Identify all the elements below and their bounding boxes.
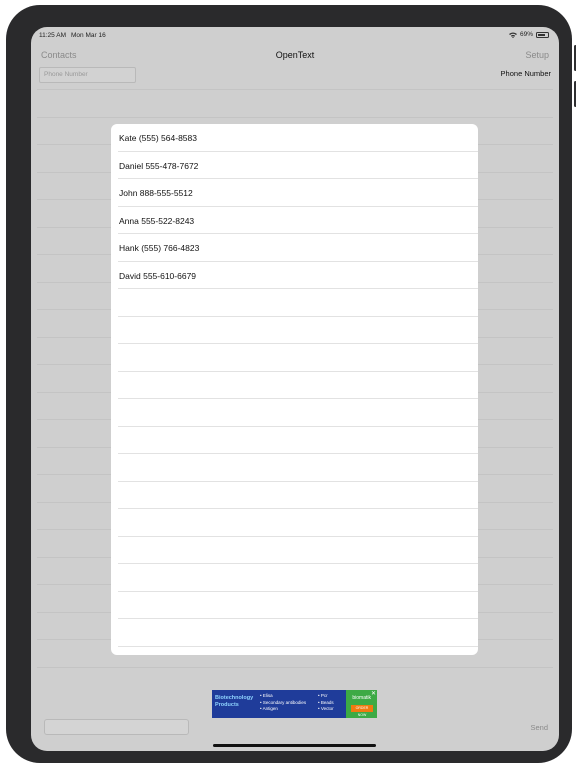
- contact-row-label: Kate (555) 564-8583: [119, 133, 197, 143]
- list-separator: [37, 666, 553, 668]
- contact-row[interactable]: [118, 537, 478, 564]
- phone-number-label: Phone Number: [500, 69, 551, 78]
- ad-title: Biotechnology Products: [215, 695, 253, 708]
- contact-row-label: Hank (555) 766-4823: [119, 243, 200, 253]
- ad-banner[interactable]: Biotechnology Products • Elisa • Seconda…: [212, 690, 377, 718]
- contact-row[interactable]: [118, 619, 478, 647]
- contact-row-label: David 555-610-6679: [119, 270, 197, 281]
- ad-product-list: • Elisa • Secondary antibodies • Antigen: [260, 693, 306, 713]
- navigation-bar: Contacts OpenText Setup: [31, 45, 559, 67]
- contact-row[interactable]: [118, 564, 478, 592]
- contact-row[interactable]: Daniel 555-478-7672: [118, 152, 478, 179]
- contact-row[interactable]: David 555-610-6679: [118, 262, 478, 289]
- contact-row[interactable]: Hank (555) 766-4823: [118, 234, 478, 262]
- ad-brand: biomatik: [352, 695, 371, 701]
- ad-title-line: Biotechnology: [215, 695, 254, 701]
- phone-number-input[interactable]: Phone Number: [39, 67, 136, 83]
- status-indicators: 69%: [508, 31, 549, 38]
- contact-row[interactable]: Anna 555-522-8243: [118, 207, 478, 234]
- contact-row-label: Daniel 555-478-7672: [119, 160, 199, 171]
- contact-row[interactable]: [118, 454, 478, 482]
- wifi-icon: [508, 32, 517, 38]
- contact-row[interactable]: Kate (555) 564-8583: [118, 124, 478, 152]
- contact-row[interactable]: [118, 482, 478, 509]
- ad-title-line: Products: [215, 701, 239, 708]
- ad-product: • Vector: [318, 706, 334, 711]
- ad-product: • Antigen: [260, 706, 278, 711]
- contact-row[interactable]: [118, 317, 478, 344]
- send-button[interactable]: Send: [530, 723, 548, 732]
- ad-close-icon[interactable]: ✕: [371, 690, 376, 697]
- page-title: OpenText: [275, 50, 315, 60]
- status-date: Mon Mar 16: [71, 32, 106, 39]
- battery-level: [538, 33, 545, 36]
- contact-row[interactable]: [118, 289, 478, 317]
- app-screen: 11:25 AM Mon Mar 16 69% Contacts OpenTex…: [31, 27, 559, 751]
- contact-row[interactable]: John 888-555-5512: [118, 179, 478, 207]
- contact-row[interactable]: [118, 427, 478, 454]
- message-input[interactable]: [44, 719, 189, 735]
- contact-row-label: Anna 555-522-8243: [119, 215, 195, 226]
- home-indicator[interactable]: [213, 744, 376, 747]
- setup-button[interactable]: Setup: [525, 50, 549, 60]
- contact-row[interactable]: [118, 399, 478, 427]
- ad-order-button[interactable]: ORDER NOW: [351, 705, 373, 717]
- contact-row[interactable]: [118, 509, 478, 537]
- status-time: 11:25 AM: [39, 32, 66, 39]
- contact-row[interactable]: [118, 344, 478, 372]
- contacts-popup: Kate (555) 564-8583 Daniel 555-478-7672 Jo…: [111, 124, 478, 655]
- contact-row[interactable]: [118, 592, 478, 619]
- list-separator: [37, 89, 553, 90]
- ad-product-list: • Pcr • Beads • Vector: [318, 693, 334, 713]
- list-separator: [37, 116, 553, 118]
- battery-icon: [536, 31, 549, 38]
- battery-percent: 69%: [519, 31, 533, 38]
- contact-row-label: John 888-555-5512: [119, 188, 193, 198]
- status-bar: 11:25 AM Mon Mar 16 69%: [31, 27, 559, 43]
- ipad-frame: 11:25 AM Mon Mar 16 69% Contacts OpenTex…: [6, 5, 576, 763]
- contact-row[interactable]: [118, 372, 478, 399]
